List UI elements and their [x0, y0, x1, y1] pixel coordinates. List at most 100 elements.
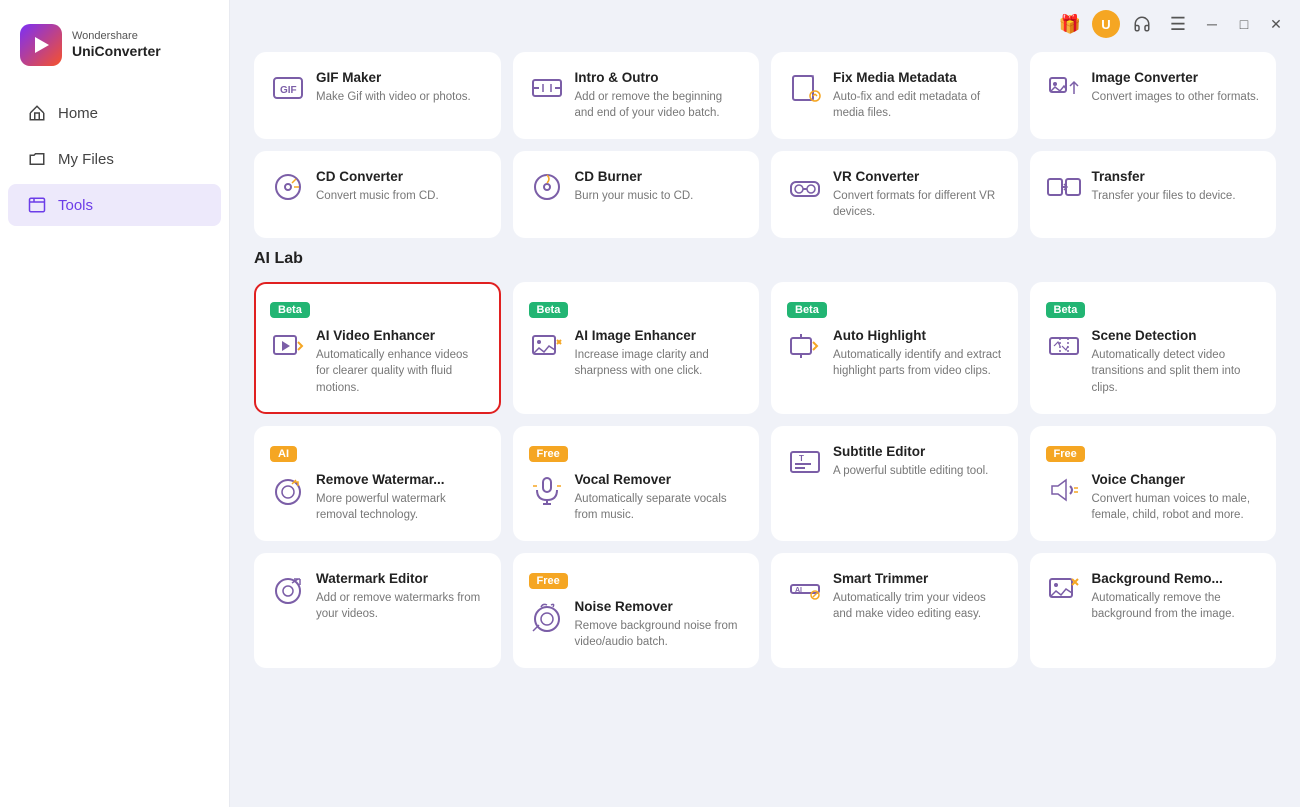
tool-card-noise-remover[interactable]: Free Noise Remover Remove backgro: [513, 553, 760, 668]
vr-converter-icon: [787, 169, 823, 205]
tool-card-intro-outro[interactable]: Intro & Outro Add or remove the beginnin…: [513, 52, 760, 139]
fix-metadata-info: Fix Media Metadata Auto-fix and edit met…: [833, 70, 1002, 121]
minimize-button[interactable]: ─: [1200, 12, 1224, 36]
tool-card-ai-image-enhancer[interactable]: Beta AI Image Enhancer Increase i: [513, 282, 760, 413]
voice-changer-info: Voice Changer Convert human voices to ma…: [1092, 472, 1261, 523]
maximize-button[interactable]: □: [1232, 12, 1256, 36]
sidebar-item-home-label: Home: [58, 105, 98, 122]
subtitle-editor-name: Subtitle Editor: [833, 444, 988, 459]
transfer-info: Transfer Transfer your files to device.: [1092, 169, 1236, 204]
folder-icon: [28, 150, 46, 168]
auto-highlight-desc: Automatically identify and extract highl…: [833, 347, 1002, 379]
vocal-remover-name: Vocal Remover: [575, 472, 744, 487]
cd-converter-name: CD Converter: [316, 169, 439, 184]
ailab-grid: Beta AI Video Enhancer Automatically enh…: [254, 282, 1276, 668]
gift-icon[interactable]: 🎁: [1056, 10, 1084, 38]
image-converter-icon: [1046, 70, 1082, 106]
ai-video-enhancer-desc: Automatically enhance videos for clearer…: [316, 347, 485, 395]
tool-card-gif-maker[interactable]: GIF GIF Maker Make Gif with video or pho…: [254, 52, 501, 139]
cd-burner-icon: [529, 169, 565, 205]
noise-remover-info: Noise Remover Remove background noise fr…: [575, 599, 744, 650]
tool-card-background-remover[interactable]: Background Remo... Automatically remove …: [1030, 553, 1277, 668]
smart-trimmer-icon: AI: [787, 571, 823, 607]
watermark-editor-icon: [270, 571, 306, 607]
voice-changer-icon: [1046, 472, 1082, 508]
fix-metadata-name: Fix Media Metadata: [833, 70, 1002, 85]
transfer-icon: [1046, 169, 1082, 205]
vr-converter-info: VR Converter Convert formats for differe…: [833, 169, 1002, 220]
badge-remove-watermark: AI: [270, 446, 297, 462]
ai-image-enhancer-name: AI Image Enhancer: [575, 328, 744, 343]
intro-outro-desc: Add or remove the beginning and end of y…: [575, 89, 744, 121]
watermark-editor-name: Watermark Editor: [316, 571, 485, 586]
badge-noise-remover: Free: [529, 573, 568, 589]
tool-card-cd-burner[interactable]: CD Burner Burn your music to CD.: [513, 151, 760, 238]
tool-card-fix-metadata[interactable]: Fix Media Metadata Auto-fix and edit met…: [771, 52, 1018, 139]
close-button[interactable]: ✕: [1264, 12, 1288, 36]
tool-card-ai-video-enhancer[interactable]: Beta AI Video Enhancer Automatically enh…: [254, 282, 501, 413]
transfer-desc: Transfer your files to device.: [1092, 188, 1236, 204]
logo-icon: [20, 24, 62, 66]
image-converter-info: Image Converter Convert images to other …: [1092, 70, 1259, 105]
tool-card-vocal-remover[interactable]: Free Vocal Remover: [513, 426, 760, 541]
scene-detection-name: Scene Detection: [1092, 328, 1261, 343]
tool-card-remove-watermark[interactable]: AI Remove Watermar... More powerful wate…: [254, 426, 501, 541]
image-converter-desc: Convert images to other formats.: [1092, 89, 1259, 105]
badge-ai-image-enhancer: Beta: [529, 302, 569, 318]
tool-card-subtitle-editor[interactable]: T Subtitle Editor A powerful subtitle ed…: [771, 426, 1018, 541]
subtitle-editor-icon: T: [787, 444, 823, 480]
background-remover-icon: [1046, 571, 1082, 607]
intro-outro-info: Intro & Outro Add or remove the beginnin…: [575, 70, 744, 121]
tool-card-smart-trimmer[interactable]: AI Smart Trimmer Automatically trim your…: [771, 553, 1018, 668]
scene-detection-info: Scene Detection Automatically detect vid…: [1092, 328, 1261, 395]
tool-card-watermark-editor[interactable]: Watermark Editor Add or remove watermark…: [254, 553, 501, 668]
sidebar-item-myfiles-label: My Files: [58, 151, 114, 168]
tool-card-transfer[interactable]: Transfer Transfer your files to device.: [1030, 151, 1277, 238]
sidebar-item-myfiles[interactable]: My Files: [8, 138, 221, 180]
vr-converter-desc: Convert formats for different VR devices…: [833, 188, 1002, 220]
gif-maker-name: GIF Maker: [316, 70, 471, 85]
tool-card-auto-highlight[interactable]: Beta Auto Highlight Automatically identi…: [771, 282, 1018, 413]
voice-changer-name: Voice Changer: [1092, 472, 1261, 487]
fix-metadata-icon: [787, 70, 823, 106]
remove-watermark-name: Remove Watermar...: [316, 472, 485, 487]
cd-burner-desc: Burn your music to CD.: [575, 188, 694, 204]
tool-card-scene-detection[interactable]: Beta Scene Detection Automaticall: [1030, 282, 1277, 413]
tool-card-image-converter[interactable]: Image Converter Convert images to other …: [1030, 52, 1277, 139]
svg-text:GIF: GIF: [280, 85, 297, 96]
user-avatar[interactable]: U: [1092, 10, 1120, 38]
cd-converter-info: CD Converter Convert music from CD.: [316, 169, 439, 204]
tool-card-cd-converter[interactable]: CD Converter Convert music from CD.: [254, 151, 501, 238]
gif-maker-icon: GIF: [270, 70, 306, 106]
remove-watermark-info: Remove Watermar... More powerful waterma…: [316, 472, 485, 523]
cd-converter-icon: [270, 169, 306, 205]
smart-trimmer-info: Smart Trimmer Automatically trim your vi…: [833, 571, 1002, 622]
sidebar-item-home[interactable]: Home: [8, 92, 221, 134]
subtitle-editor-desc: A powerful subtitle editing tool.: [833, 463, 988, 479]
main-content: GIF GIF Maker Make Gif with video or pho…: [230, 0, 1300, 807]
vocal-remover-desc: Automatically separate vocals from music…: [575, 491, 744, 523]
remove-watermark-desc: More powerful watermark removal technolo…: [316, 491, 485, 523]
svg-text:T: T: [799, 454, 804, 463]
ai-video-enhancer-name: AI Video Enhancer: [316, 328, 485, 343]
background-remover-desc: Automatically remove the background from…: [1092, 590, 1261, 622]
vocal-remover-icon: [529, 472, 565, 508]
subtitle-editor-info: Subtitle Editor A powerful subtitle edit…: [833, 444, 988, 479]
sidebar-item-tools[interactable]: Tools: [8, 184, 221, 226]
tool-card-voice-changer[interactable]: Free Voice Changer Convert human voices …: [1030, 426, 1277, 541]
svg-text:AI: AI: [795, 587, 802, 594]
headset-icon[interactable]: [1128, 10, 1156, 38]
badge-scene-detection: Beta: [1046, 302, 1086, 318]
noise-remover-desc: Remove background noise from video/audio…: [575, 618, 744, 650]
gif-maker-info: GIF Maker Make Gif with video or photos.: [316, 70, 471, 105]
tools-grid: GIF GIF Maker Make Gif with video or pho…: [254, 52, 1276, 238]
background-remover-name: Background Remo...: [1092, 571, 1261, 586]
sidebar-item-tools-label: Tools: [58, 197, 93, 214]
sidebar: Wondershare UniConverter Home My Files T…: [0, 0, 230, 807]
image-converter-name: Image Converter: [1092, 70, 1259, 85]
tool-card-vr-converter[interactable]: VR Converter Convert formats for differe…: [771, 151, 1018, 238]
smart-trimmer-desc: Automatically trim your videos and make …: [833, 590, 1002, 622]
menu-icon[interactable]: ☰: [1164, 10, 1192, 38]
noise-remover-name: Noise Remover: [575, 599, 744, 614]
watermark-editor-info: Watermark Editor Add or remove watermark…: [316, 571, 485, 622]
